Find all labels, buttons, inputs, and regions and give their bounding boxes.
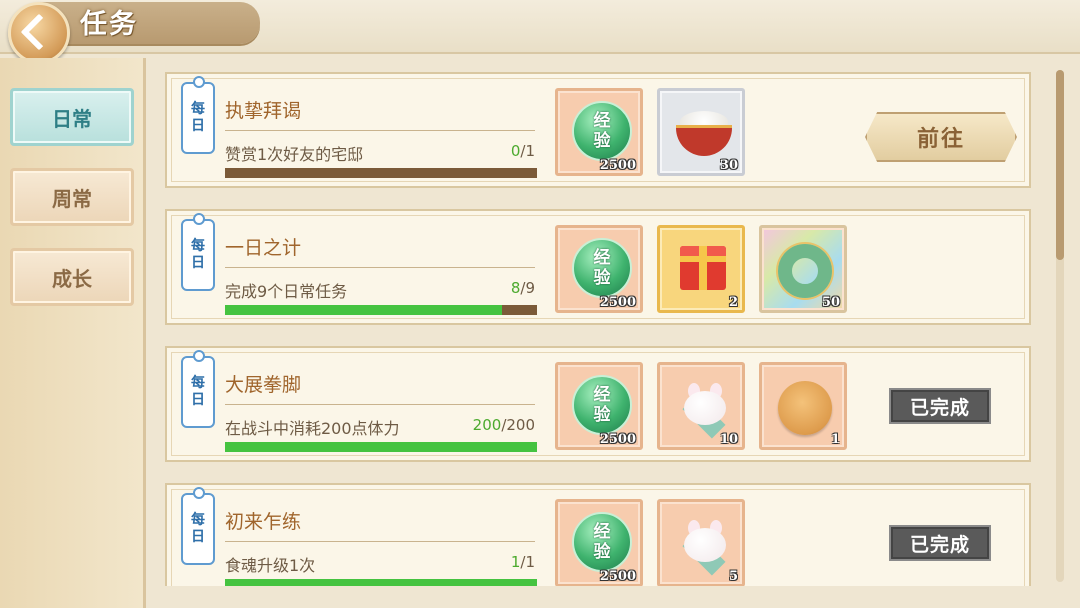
reward-qty: 10 — [719, 432, 738, 447]
reward-rice[interactable]: 30 — [657, 88, 745, 176]
divider — [225, 404, 535, 405]
reward-qty: 2500 — [599, 569, 636, 584]
rice-bowl-icon — [674, 111, 734, 161]
reward-exp[interactable]: 经验 2500 — [555, 499, 643, 586]
reward-exp[interactable]: 经验 2500 — [555, 88, 643, 176]
progress-text: 200/200 — [472, 416, 535, 434]
task-description: 赞赏1次好友的宅邸 — [225, 145, 364, 164]
reward-bun[interactable]: 10 — [657, 362, 745, 450]
reward-cake[interactable]: 1 — [759, 362, 847, 450]
daily-tag: 每日 — [181, 213, 215, 291]
chevron-left-icon — [20, 13, 58, 51]
progress-bar — [225, 305, 537, 315]
progress-text: 8/9 — [510, 279, 535, 297]
progress-text: 1/1 — [510, 553, 535, 571]
go-button[interactable]: 前往 — [865, 112, 1017, 162]
title-banner — [40, 2, 260, 44]
task-description: 食魂升级1次 — [225, 556, 316, 575]
daily-tag: 每日 — [181, 487, 215, 565]
exp-orb-icon: 经验 — [572, 512, 632, 572]
bunny-bun-icon — [676, 520, 732, 576]
page-title: 任务 — [80, 9, 138, 40]
gift-box-icon — [680, 246, 726, 290]
progress-fill — [225, 442, 537, 452]
divider — [225, 130, 535, 131]
tab-growth[interactable]: 成长 — [10, 248, 134, 306]
task-card: 每日 执挚拜谒 赞赏1次好友的宅邸 0/1 经验 2500 30 前往 — [165, 72, 1031, 188]
task-description: 完成9个日常任务 — [225, 282, 348, 301]
progress-text: 0/1 — [510, 142, 535, 160]
tab-daily[interactable]: 日常 — [10, 88, 134, 146]
sidebar: 日常 周常 成长 — [0, 58, 146, 608]
progress-fill — [225, 305, 503, 315]
reward-qty: 2500 — [599, 432, 636, 447]
task-name: 初来乍练 — [225, 511, 302, 533]
task-card: 每日 大展拳脚 在战斗中消耗200点体力 200/200 经验 2500 10 … — [165, 346, 1031, 462]
progress-bar — [225, 442, 537, 452]
reward-gift[interactable]: 2 — [657, 225, 745, 313]
reward-qty: 2500 — [599, 295, 636, 310]
task-name: 一日之计 — [225, 237, 302, 259]
exp-orb-icon: 经验 — [572, 375, 632, 435]
task-card: 每日 一日之计 完成9个日常任务 8/9 经验 2500 2 50 — [165, 209, 1031, 325]
divider — [225, 267, 535, 268]
reward-jade[interactable]: 50 — [759, 225, 847, 313]
tab-weekly[interactable]: 周常 — [10, 168, 134, 226]
completed-badge: 已完成 — [889, 525, 991, 561]
exp-orb-icon: 经验 — [572, 101, 632, 161]
reward-qty: 2 — [728, 295, 738, 310]
reward-exp[interactable]: 经验 2500 — [555, 225, 643, 313]
daily-tag: 每日 — [181, 350, 215, 428]
reward-bun[interactable]: 5 — [657, 499, 745, 586]
progress-bar — [225, 579, 537, 586]
scrollbar-thumb[interactable] — [1056, 70, 1064, 260]
reward-qty: 5 — [728, 569, 738, 584]
task-card: 每日 初来乍练 食魂升级1次 1/1 经验 2500 5 已完成 — [165, 483, 1031, 586]
task-list[interactable]: 每日 执挚拜谒 赞赏1次好友的宅邸 0/1 经验 2500 30 前往 每日 一… — [165, 66, 1033, 586]
task-description: 在战斗中消耗200点体力 — [225, 419, 400, 438]
reward-qty: 30 — [719, 158, 738, 173]
reward-qty: 1 — [830, 432, 840, 447]
daily-tag: 每日 — [181, 76, 215, 154]
progress-bar — [225, 168, 537, 178]
reward-qty: 2500 — [599, 158, 636, 173]
divider — [225, 541, 535, 542]
jade-ring-icon — [778, 244, 832, 298]
reward-qty: 50 — [821, 295, 840, 310]
reward-exp[interactable]: 经验 2500 — [555, 362, 643, 450]
round-cake-icon — [778, 381, 832, 435]
progress-fill — [225, 579, 537, 586]
completed-badge: 已完成 — [889, 388, 991, 424]
task-name: 执挚拜谒 — [225, 100, 302, 122]
task-name: 大展拳脚 — [225, 374, 302, 396]
back-button[interactable] — [8, 2, 70, 64]
bunny-bun-icon — [676, 383, 732, 439]
exp-orb-icon: 经验 — [572, 238, 632, 298]
